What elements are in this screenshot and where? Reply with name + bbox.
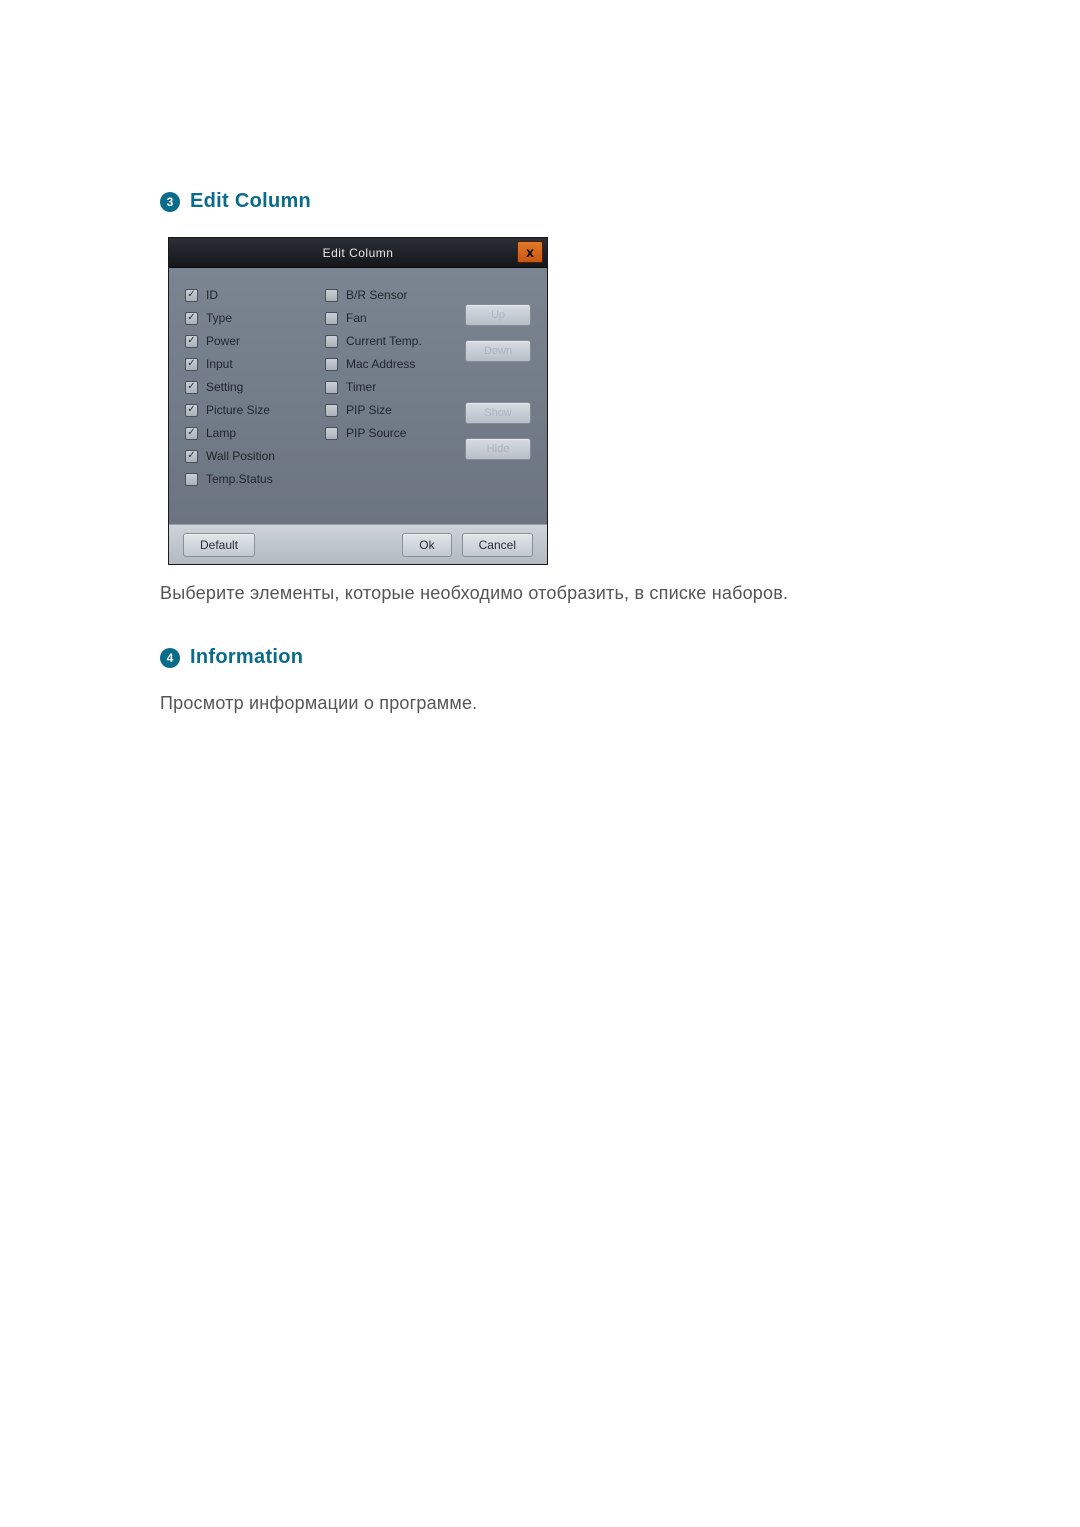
checkbox-icon[interactable]: ✓ [185, 427, 198, 440]
page-content: 3 Edit Column Edit Column x ✓ ID ✓ Type ✓ P… [160, 190, 920, 756]
check-row-lamp[interactable]: ✓ Lamp [185, 426, 325, 440]
cancel-button[interactable]: Cancel [462, 533, 533, 557]
check-row-pip-size[interactable]: ✓ PIP Size [325, 403, 455, 417]
check-row-pip-source[interactable]: ✓ PIP Source [325, 426, 455, 440]
check-row-power[interactable]: ✓ Power [185, 334, 325, 348]
check-row-input[interactable]: ✓ Input [185, 357, 325, 371]
checkbox-icon[interactable]: ✓ [185, 335, 198, 348]
check-row-wall-position[interactable]: ✓ Wall Position [185, 449, 325, 463]
check-label: Mac Address [346, 357, 415, 371]
up-button[interactable]: Up [465, 304, 531, 326]
checkbox-icon[interactable]: ✓ [185, 381, 198, 394]
checkbox-icon[interactable]: ✓ [325, 358, 338, 371]
right-column: ✓ B/R Sensor ✓ Fan ✓ Current Temp. ✓ Mac Add… [325, 288, 455, 506]
dialog-body: ✓ ID ✓ Type ✓ Power ✓ Input ✓ Setting ✓ Pictur… [169, 268, 547, 524]
checkbox-icon[interactable]: ✓ [185, 473, 198, 486]
checkbox-icon[interactable]: ✓ [185, 358, 198, 371]
edit-column-dialog: Edit Column x ✓ ID ✓ Type ✓ Power ✓ Input ✓ S… [168, 237, 548, 565]
hide-button[interactable]: Hide [465, 438, 531, 460]
section-4-heading: 4 Information [160, 646, 920, 669]
close-button[interactable]: x [517, 241, 543, 263]
left-column: ✓ ID ✓ Type ✓ Power ✓ Input ✓ Setting ✓ Pictur… [185, 288, 325, 506]
section-number-badge: 3 [160, 192, 180, 212]
check-row-setting[interactable]: ✓ Setting [185, 380, 325, 394]
side-buttons: Up Down Show Hide [465, 304, 531, 460]
checkbox-icon[interactable]: ✓ [185, 312, 198, 325]
section-3-description: Выберите элементы, которые необходимо от… [160, 583, 920, 604]
section-4-title: Information [190, 646, 303, 669]
check-label: B/R Sensor [346, 288, 407, 302]
check-label: PIP Size [346, 403, 392, 417]
check-label: PIP Source [346, 426, 406, 440]
checkbox-icon[interactable]: ✓ [185, 450, 198, 463]
check-row-mac-address[interactable]: ✓ Mac Address [325, 357, 455, 371]
check-label: Input [206, 357, 233, 371]
checkbox-icon[interactable]: ✓ [325, 404, 338, 417]
down-button[interactable]: Down [465, 340, 531, 362]
section-number-badge: 4 [160, 648, 180, 668]
spacer [465, 376, 531, 388]
check-row-picture-size[interactable]: ✓ Picture Size [185, 403, 325, 417]
dialog-titlebar: Edit Column x [169, 238, 547, 268]
checkbox-icon[interactable]: ✓ [325, 312, 338, 325]
checkbox-icon[interactable]: ✓ [325, 427, 338, 440]
checkbox-icon[interactable]: ✓ [185, 289, 198, 302]
check-label: Timer [346, 380, 376, 394]
show-button[interactable]: Show [465, 402, 531, 424]
default-button[interactable]: Default [183, 533, 255, 557]
check-label: Lamp [206, 426, 236, 440]
check-label: ID [206, 288, 218, 302]
check-label: Current Temp. [346, 334, 422, 348]
dialog-footer: Default Ok Cancel [169, 524, 547, 564]
checkbox-icon[interactable]: ✓ [325, 289, 338, 302]
section-3-heading: 3 Edit Column [160, 190, 920, 213]
section-3-title: Edit Column [190, 190, 311, 213]
check-row-temp-status[interactable]: ✓ Temp.Status [185, 472, 325, 486]
ok-button[interactable]: Ok [402, 533, 451, 557]
check-label: Power [206, 334, 240, 348]
checkbox-icon[interactable]: ✓ [325, 381, 338, 394]
check-row-type[interactable]: ✓ Type [185, 311, 325, 325]
check-label: Wall Position [206, 449, 275, 463]
dialog-title: Edit Column [323, 246, 394, 260]
check-row-timer[interactable]: ✓ Timer [325, 380, 455, 394]
check-row-current-temp[interactable]: ✓ Current Temp. [325, 334, 455, 348]
check-label: Setting [206, 380, 243, 394]
check-label: Picture Size [206, 403, 270, 417]
check-row-id[interactable]: ✓ ID [185, 288, 325, 302]
checkbox-icon[interactable]: ✓ [185, 404, 198, 417]
check-label: Fan [346, 311, 367, 325]
check-row-fan[interactable]: ✓ Fan [325, 311, 455, 325]
check-label: Type [206, 311, 232, 325]
check-row-br-sensor[interactable]: ✓ B/R Sensor [325, 288, 455, 302]
checkbox-icon[interactable]: ✓ [325, 335, 338, 348]
check-label: Temp.Status [206, 472, 273, 486]
section-4-description: Просмотр информации о программе. [160, 693, 920, 714]
close-icon: x [526, 244, 534, 260]
